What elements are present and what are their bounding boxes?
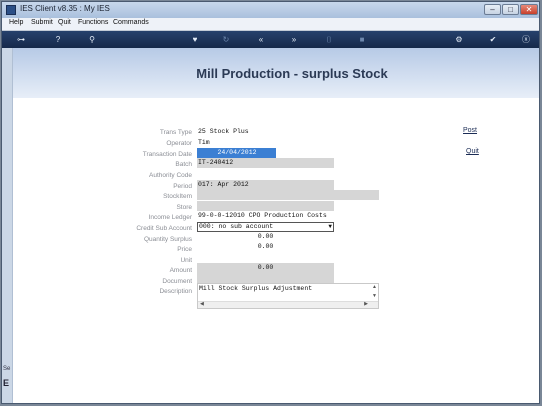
batch-field[interactable]: IT-240412 (197, 158, 334, 168)
gear-icon[interactable]: ⚙ (453, 33, 465, 46)
credit-sub-account-select[interactable]: 000: no sub account ▼ (197, 222, 334, 232)
window-title: IES Client v8.35 : My IES (20, 4, 110, 13)
rewind-icon[interactable]: « (255, 33, 267, 46)
document-field[interactable] (197, 273, 334, 283)
scroll-right-icon[interactable]: ▶ (364, 301, 368, 307)
authority-code-field[interactable] (197, 169, 334, 179)
close-window-button[interactable]: ✕ (520, 4, 538, 15)
label-stock-item: StockItem (163, 193, 192, 200)
label-description: Description (159, 288, 192, 295)
price-field[interactable]: 0.00 (197, 242, 334, 252)
close-icon[interactable]: ⓧ (520, 33, 532, 46)
side-panel-icon: E (3, 378, 10, 388)
unit-field[interactable] (197, 253, 334, 263)
menu-commands[interactable]: Commands (113, 19, 149, 26)
operator-field[interactable]: Tim (197, 138, 334, 148)
description-value: Mill Stock Surplus Adjustment (199, 285, 313, 292)
menu-submit[interactable]: Submit (31, 19, 53, 26)
label-authority-code: Authority Code (149, 172, 192, 179)
side-panel-text: Se (3, 366, 11, 372)
post-link[interactable]: Post (463, 127, 477, 134)
search-icon[interactable]: ⚲ (86, 33, 98, 46)
label-period: Period (173, 183, 192, 190)
scroll-down-icon[interactable]: ▼ (372, 293, 377, 299)
left-side-panel: Se E (2, 48, 13, 403)
menu-bar: Help Submit Quit Functions Commands (2, 18, 539, 31)
scroll-up-icon[interactable]: ▲ (372, 284, 377, 290)
label-trans-type: Trans Type (159, 129, 192, 136)
help-icon[interactable]: ? (52, 33, 64, 46)
page-title: Mill Production - surplus Stock (196, 66, 388, 81)
refresh-icon[interactable]: ↻ (220, 33, 232, 46)
app-icon (6, 5, 16, 15)
menu-functions[interactable]: Functions (78, 19, 108, 26)
key-icon[interactable]: ⊶ (10, 33, 32, 46)
stop-icon[interactable]: ■ (356, 33, 368, 46)
stock-item-field[interactable] (197, 190, 379, 200)
forward-icon[interactable]: » (288, 33, 300, 46)
toolbar: ⊶ ? ⚲ ♥ ↻ « » ⌷ ■ ⚙ ✔ ⓧ (2, 31, 539, 48)
menu-quit[interactable]: Quit (58, 19, 71, 26)
label-batch: Batch (175, 161, 192, 168)
heart-icon[interactable]: ♥ (189, 33, 201, 46)
label-price: Price (177, 246, 192, 253)
label-quantity-surplus: Quantity Surplus (143, 236, 192, 243)
trans-type-field[interactable]: 25 Stock Plus (197, 127, 334, 137)
menu-help[interactable]: Help (9, 19, 23, 26)
label-transaction-date: Transaction Date (142, 151, 192, 158)
quit-link[interactable]: Quit (466, 148, 479, 155)
title-bar: IES Client v8.35 : My IES – □ ✕ (2, 2, 539, 18)
bookmark-icon[interactable]: ⌷ (323, 33, 335, 46)
ok-icon[interactable]: ✔ (487, 33, 499, 46)
form-area: Mill Production - surplus Stock Trans Ty… (13, 48, 539, 403)
amount-field[interactable]: 0.00 (197, 263, 334, 273)
income-ledger-field[interactable]: 99-0-0-12010 CPO Production Costs (197, 211, 334, 221)
scroll-left-icon[interactable]: ◀ (200, 301, 204, 307)
label-income-ledger: Income Ledger (148, 214, 192, 221)
store-field[interactable] (197, 201, 334, 211)
dropdown-arrow-icon[interactable]: ▼ (328, 223, 332, 231)
label-operator: Operator (166, 140, 192, 147)
label-unit: Unit (180, 257, 192, 264)
period-field[interactable]: 017: Apr 2012 (197, 180, 334, 190)
label-credit-sub-account: Credit Sub Account (136, 225, 192, 232)
quantity-surplus-field[interactable]: 0.00 (197, 232, 334, 242)
label-document: Document (162, 278, 192, 285)
description-textarea[interactable]: Mill Stock Surplus Adjustment ▲ ▼ ◀ ▶ (197, 283, 379, 309)
minimize-button[interactable]: – (484, 4, 501, 15)
app-window: IES Client v8.35 : My IES – □ ✕ Help Sub… (1, 1, 540, 404)
maximize-button[interactable]: □ (502, 4, 519, 15)
transaction-date-field[interactable]: 24/04/2012 (197, 148, 276, 158)
credit-sub-account-value: 000: no sub account (199, 223, 274, 230)
label-amount: Amount (169, 267, 192, 274)
horizontal-scrollbar[interactable]: ◀ ▶ (198, 301, 378, 308)
label-store: Store (176, 204, 192, 211)
